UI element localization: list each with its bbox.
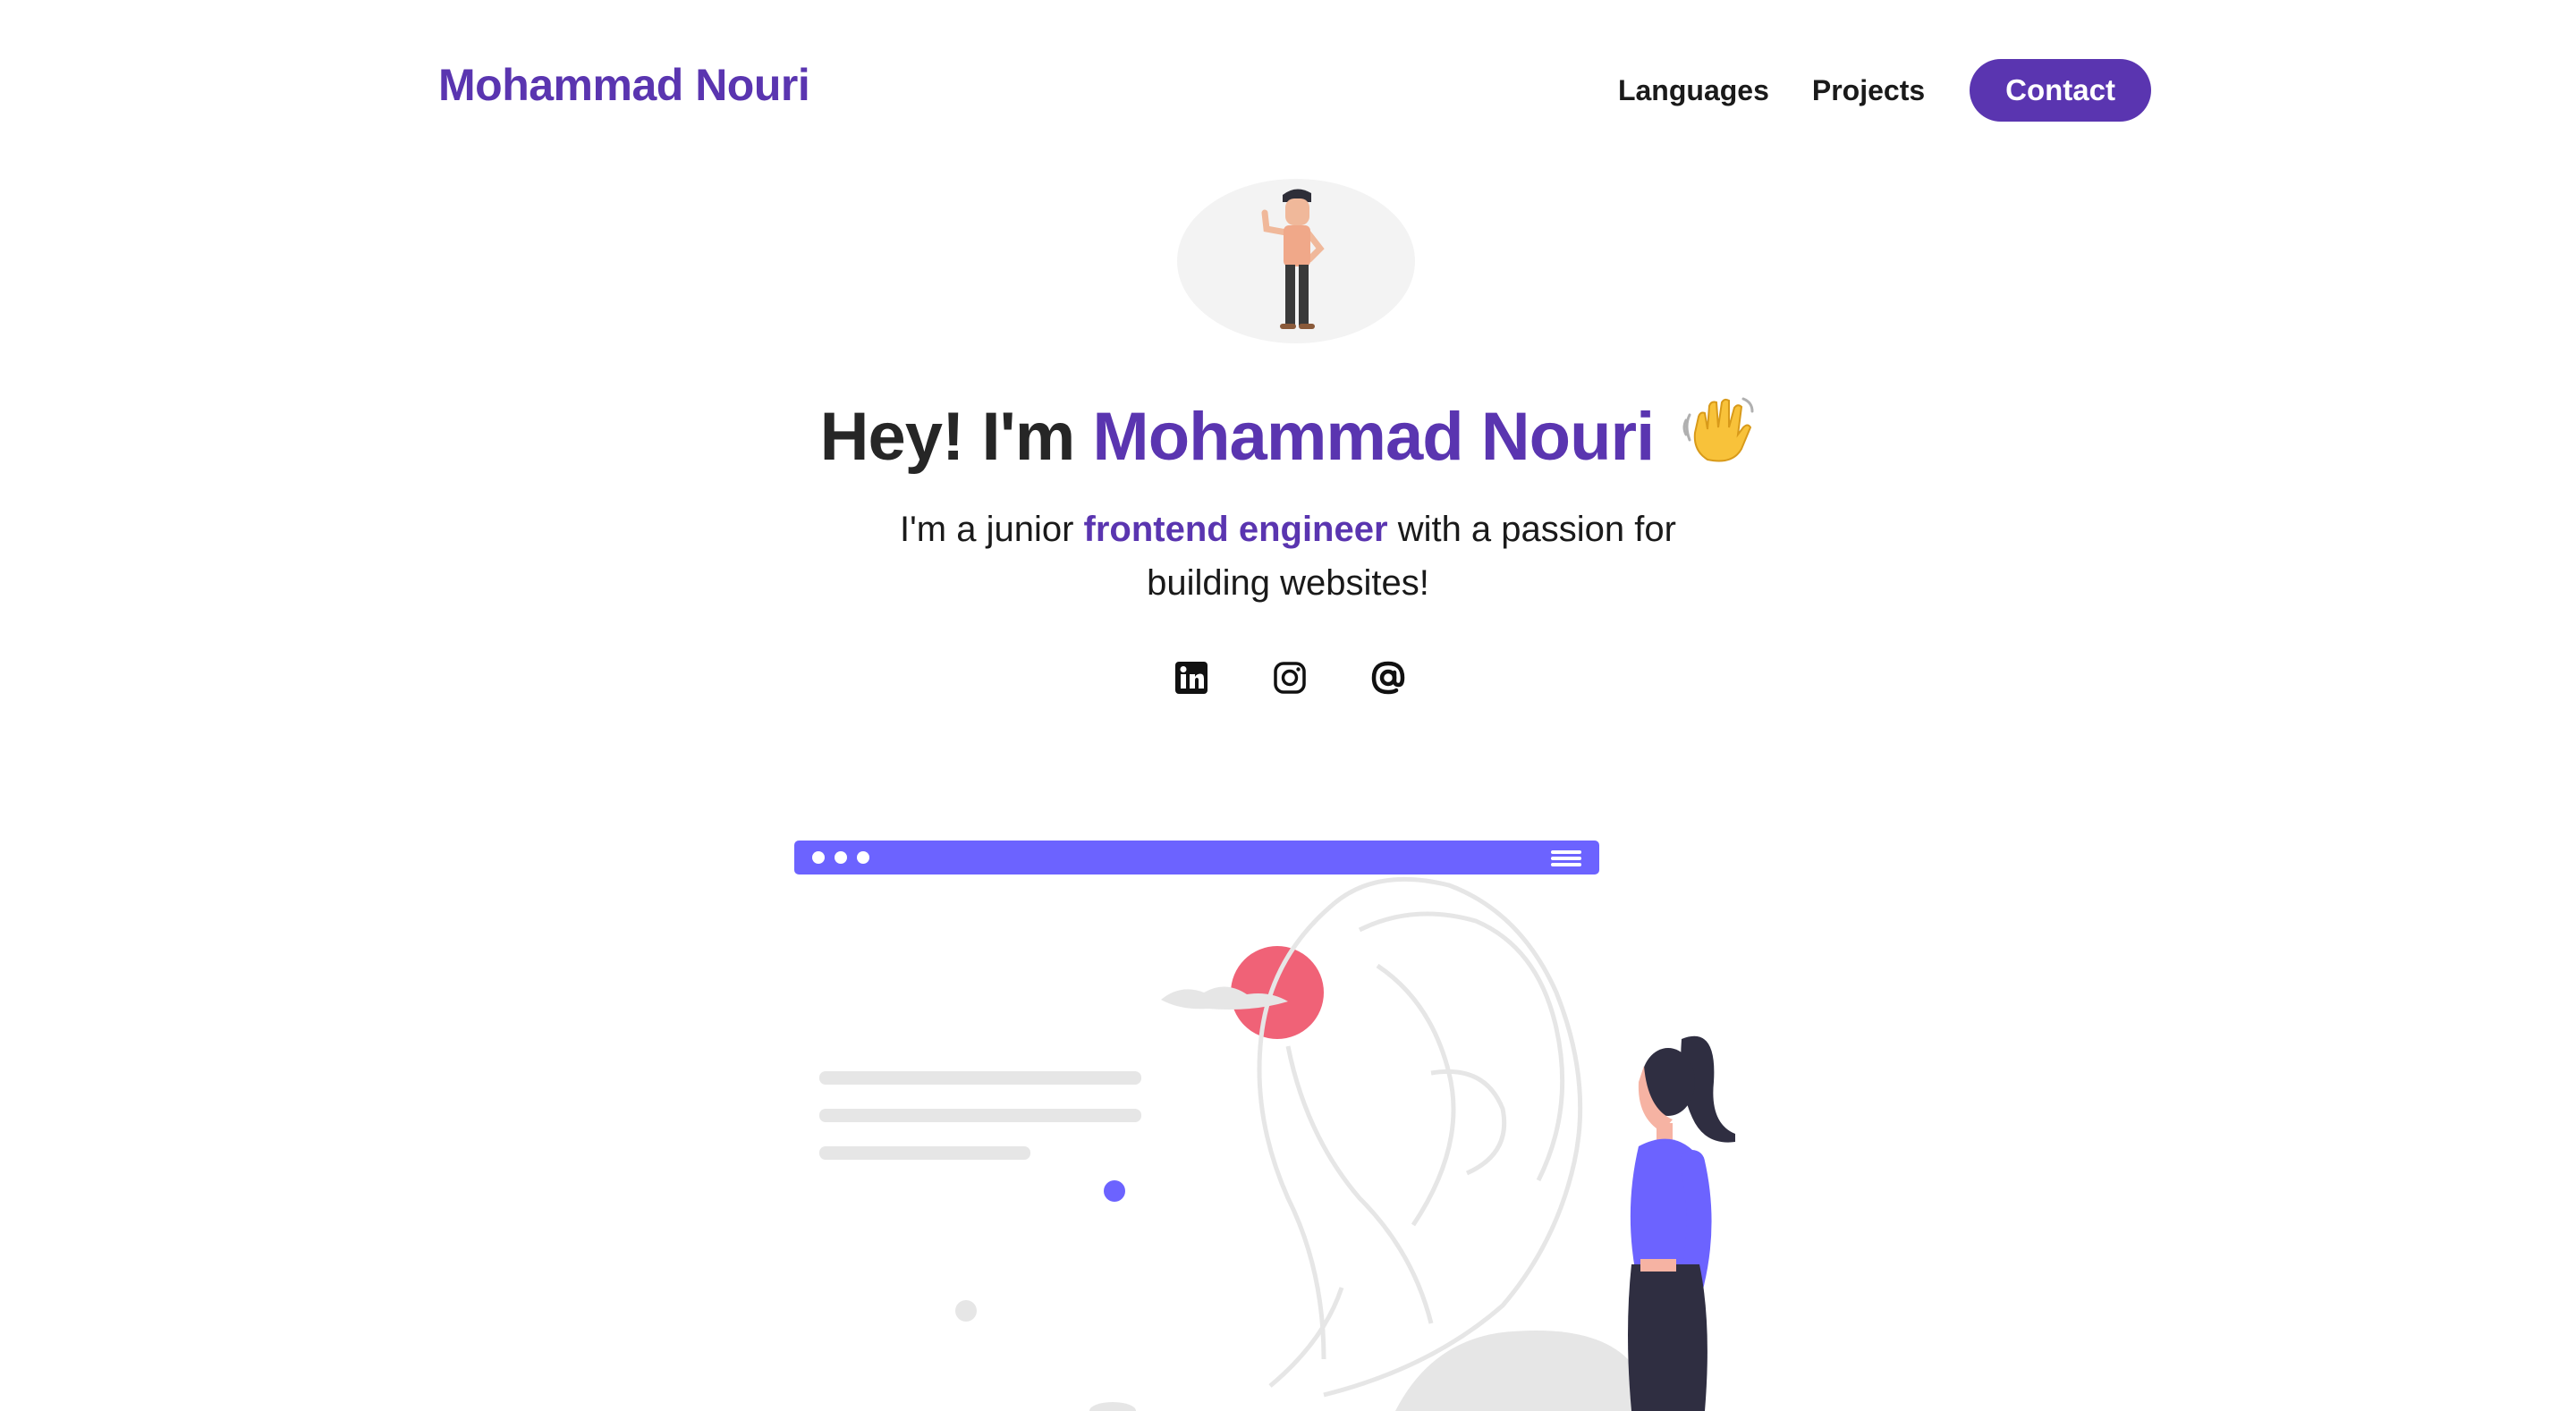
linkedin-icon[interactable]: [1172, 658, 1211, 697]
brand-logo-link[interactable]: Mohammad Nouri: [438, 63, 810, 107]
main-nav: Languages Projects Contact: [1618, 59, 2151, 122]
hero-title: Hey! I'm Mohammad Nouri: [0, 393, 2576, 477]
social-links: [1172, 658, 1408, 697]
hero-greeting: Hey! I'm: [819, 399, 1076, 475]
waving-hand-icon: [1681, 393, 1756, 469]
hero-illustration: [787, 823, 1753, 1411]
nav-projects-link[interactable]: Projects: [1812, 59, 1925, 122]
hero-name: Mohammad Nouri: [1092, 399, 1655, 475]
nav-languages-link[interactable]: Languages: [1618, 59, 1769, 122]
email-at-icon[interactable]: [1368, 658, 1408, 697]
hero-subtitle: I'm a junior frontend engineer with a pa…: [841, 503, 1735, 610]
instagram-icon[interactable]: [1270, 658, 1309, 697]
browser-bar: [794, 841, 1599, 874]
avatar: [1177, 179, 1415, 343]
contact-button[interactable]: Contact: [1970, 59, 2151, 122]
woman-browser-illustration: [794, 841, 1753, 1411]
portfolio-page: Mohammad Nouri Languages Projects Contac…: [0, 0, 2576, 1411]
subtitle-intro: I'm a junior: [900, 510, 1074, 549]
waving-man-illustration: [1261, 189, 1325, 329]
subtitle-role: frontend engineer: [1083, 510, 1388, 549]
